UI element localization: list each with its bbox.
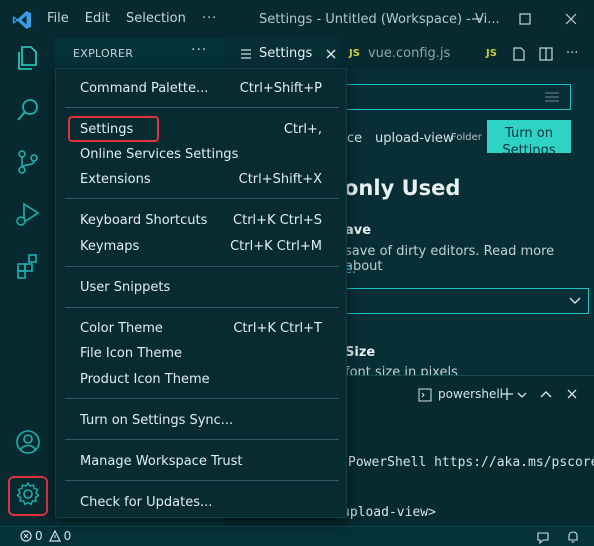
maximize-panel-chevron-up-icon[interactable]: [540, 390, 552, 398]
filter-icon: [545, 92, 559, 102]
window-title: Settings - Untitled (Workspace) - Vi...: [259, 12, 500, 27]
terminal-line-1: PowerShell https://aka.ms/pscore: [348, 455, 594, 470]
menu-item-product-icon-theme[interactable]: Product Icon Theme: [80, 368, 322, 390]
menu-item-check-for-updates[interactable]: Check for Updates...: [80, 491, 322, 513]
menu-file[interactable]: File: [47, 11, 69, 26]
folder-label: Folder: [451, 132, 482, 143]
error-icon: [20, 530, 32, 542]
menu-separator: [65, 398, 339, 399]
editor-tabs: Settings JS vue.config.js JS ···: [223, 38, 594, 69]
tab-close-icon: [326, 49, 336, 58]
maximize-icon: [519, 13, 531, 25]
account-icon[interactable]: [14, 428, 42, 456]
run-debug-icon[interactable]: [14, 200, 42, 228]
js-tab-icon[interactable]: JS: [486, 38, 505, 69]
folder-scope-tab[interactable]: upload-view: [375, 131, 454, 146]
feedback-icon[interactable]: [536, 530, 550, 544]
commonly-used-heading: only Used: [344, 176, 461, 200]
menu-item-user-snippets[interactable]: User Snippets: [80, 276, 322, 298]
menu-item-keyboard-shortcuts[interactable]: Keyboard Shortcuts Ctrl+K Ctrl+S: [80, 209, 322, 231]
vscode-logo-icon: [12, 10, 32, 30]
menu-item-manage-workspace-trust[interactable]: Manage Workspace Trust: [80, 450, 322, 472]
menu-separator: [65, 198, 339, 199]
auto-save-dropdown[interactable]: [340, 288, 589, 314]
open-settings-json-icon[interactable]: [511, 38, 527, 69]
warning-count: 0: [63, 529, 72, 543]
status-bar: 0 0: [0, 526, 594, 546]
warning-icon: [48, 530, 61, 542]
chevron-down-icon[interactable]: [517, 391, 527, 399]
menu-separator: [65, 307, 339, 308]
activity-bar: [0, 38, 55, 526]
turn-on-settings-sync-button[interactable]: Turn on Settings: [487, 120, 571, 153]
tab-vue-config-label: vue.config.js: [367, 46, 451, 61]
chevron-down-icon: [569, 297, 581, 304]
menu-item-color-theme[interactable]: Color Theme Ctrl+K Ctrl+T: [80, 317, 322, 339]
extensions-icon[interactable]: [14, 252, 42, 280]
notifications-bell-icon[interactable]: [566, 530, 580, 544]
settings-search-input[interactable]: [340, 84, 571, 110]
close-icon: [565, 13, 577, 25]
menu-edit[interactable]: Edit: [85, 11, 110, 26]
menu-item-online-services-settings[interactable]: Online Services Settings: [80, 143, 322, 165]
tab-settings[interactable]: Settings: [223, 38, 341, 69]
terminal-shell-label[interactable]: powershell: [438, 387, 503, 401]
js-file-icon: JS: [349, 48, 360, 59]
menu-more-button[interactable]: ···: [202, 11, 217, 26]
split-editor-icon[interactable]: [538, 38, 554, 69]
problems-status[interactable]: 0 0: [20, 529, 71, 543]
tab-vue-config[interactable]: JS vue.config.js: [341, 38, 450, 69]
workspace-scope-tab[interactable]: ce: [347, 131, 362, 146]
minimize-icon: [472, 18, 482, 20]
editor-more-button[interactable]: ···: [566, 38, 578, 69]
menu-selection[interactable]: Selection: [126, 11, 186, 26]
search-icon[interactable]: [14, 96, 42, 124]
maximize-button[interactable]: [515, 8, 535, 30]
minimize-button[interactable]: [467, 8, 487, 30]
tab-settings-label: Settings: [259, 46, 313, 61]
new-terminal-plus-icon[interactable]: [500, 387, 514, 401]
close-panel-icon[interactable]: [567, 389, 577, 399]
auto-save-title: ave: [345, 223, 372, 238]
sidebar-more-button[interactable]: ···: [191, 42, 207, 58]
menu-item-command-palette[interactable]: Command Palette... Ctrl+Shift+P: [80, 77, 322, 99]
terminal-icon: [418, 388, 432, 402]
font-size-description: font size in pixels: [345, 365, 458, 375]
font-size-title: Size: [345, 345, 376, 360]
menu-item-extensions[interactable]: Extensions Ctrl+Shift+X: [80, 168, 322, 190]
settings-file-icon: [241, 48, 251, 59]
menu-separator: [65, 107, 339, 108]
terminal-line-2: upload-view>: [342, 505, 436, 520]
error-count: 0: [35, 529, 43, 543]
menu-bar: File Edit Selection ···: [47, 11, 217, 26]
close-window-button[interactable]: [561, 8, 581, 30]
menu-separator: [65, 266, 339, 267]
sidebar-title: EXPLORER: [73, 47, 134, 60]
menu-separator: [65, 439, 339, 440]
gear-highlight-annotation: [8, 476, 48, 516]
explorer-icon[interactable]: [14, 44, 42, 72]
menu-item-turn-on-settings-sync[interactable]: Turn on Settings Sync...: [80, 409, 322, 431]
title-bar: File Edit Selection ··· Settings - Untit…: [0, 0, 594, 38]
menu-item-file-icon-theme[interactable]: File Icon Theme: [80, 342, 322, 364]
source-control-icon[interactable]: [14, 148, 42, 176]
auto-save-description: save of dirty editors. Read more about: [345, 244, 555, 274]
menu-item-keymaps[interactable]: Keymaps Ctrl+K Ctrl+M: [80, 235, 322, 257]
menu-separator: [65, 480, 339, 481]
settings-highlight-annotation: [68, 116, 159, 142]
